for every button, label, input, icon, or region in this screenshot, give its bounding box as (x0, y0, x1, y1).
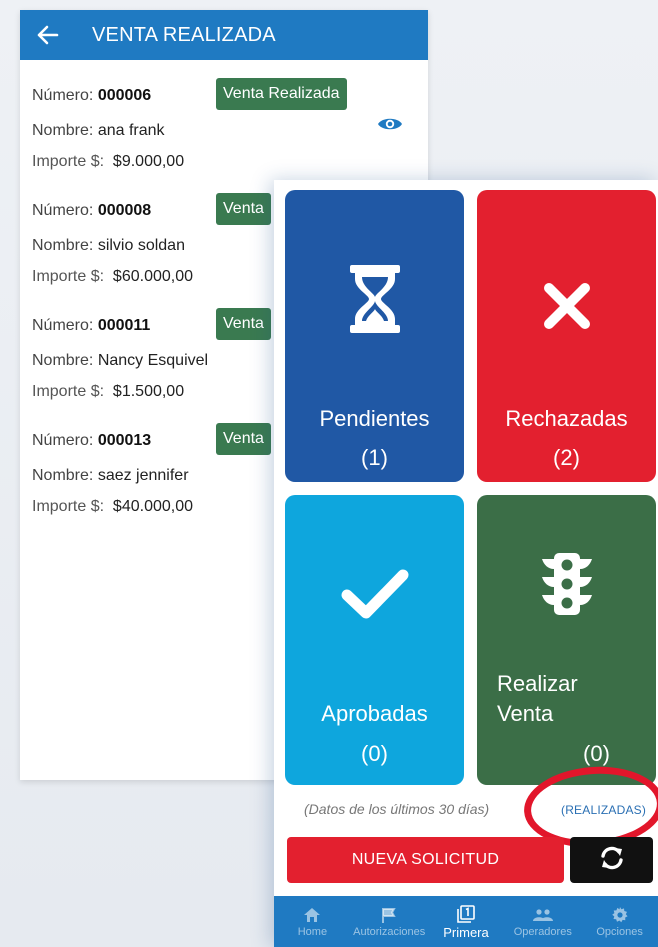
home-icon (304, 905, 321, 925)
page-title: VENTA REALIZADA (92, 23, 276, 46)
customer-name: Nancy Esquivel (97, 352, 209, 369)
tile-realizar-venta[interactable]: Realizar Venta (0) (477, 495, 656, 785)
tile-label: Realizar Venta (497, 669, 578, 729)
sale-amount: $9.000,00 (112, 153, 185, 170)
nav-item-opciones[interactable]: Opciones (581, 896, 658, 947)
people-icon (532, 905, 553, 925)
tile-aprobadas[interactable]: Aprobadas (0) (285, 495, 464, 785)
data-range-note: (Datos de los últimos 30 días) (304, 801, 490, 817)
new-request-button[interactable]: NUEVA SOLICITUD (287, 837, 564, 883)
customer-name: ana frank (97, 122, 165, 139)
sale-amount: $60.000,00 (112, 268, 193, 285)
tile-label: Aprobadas (321, 701, 428, 726)
hourglass-icon (285, 265, 464, 333)
status-badge[interactable]: Venta Realizada (216, 78, 347, 110)
nav-item-home[interactable]: Home (274, 896, 351, 947)
tile-pendientes[interactable]: Pendientes (1) (285, 190, 464, 482)
nombre-label: Nombre: (32, 237, 94, 254)
traffic-light-icon (477, 553, 656, 615)
customer-name: silvio soldan (97, 237, 185, 254)
importe-label: Importe $: (32, 153, 105, 170)
eye-icon[interactable] (377, 115, 403, 133)
nav-item-operadores[interactable]: Operadores (504, 896, 581, 947)
flag-icon (382, 905, 396, 925)
importe-label: Importe $: (32, 383, 105, 400)
nav-label: Autorizaciones (353, 926, 426, 938)
close-icon (477, 282, 656, 330)
dashboard-screen: Pendientes (1) Rechazadas (2) Aprobadas … (274, 180, 658, 947)
numero-label: Número: (32, 87, 94, 104)
tile-count: (1) (361, 445, 388, 470)
numero-label: Número: (32, 432, 94, 449)
sale-amount: $1.500,00 (112, 383, 185, 400)
nombre-label: Nombre: (32, 122, 94, 139)
nav-label: Primera (443, 924, 489, 940)
tile-label-line2: Venta (497, 701, 554, 726)
tile-label: Rechazadas (505, 406, 628, 431)
status-badge[interactable]: Venta (216, 193, 271, 225)
status-badge[interactable]: Venta (216, 308, 271, 340)
nav-item-autorizaciones[interactable]: Autorizaciones (351, 896, 428, 947)
nombre-label: Nombre: (32, 352, 94, 369)
nav-label: Opciones (596, 926, 643, 938)
nombre-label: Nombre: (32, 467, 94, 484)
nav-label: Operadores (513, 926, 572, 938)
tile-count: (2) (553, 445, 580, 470)
sale-number: 000011 (97, 317, 151, 334)
sale-number: 000008 (97, 202, 152, 219)
numero-label: Número: (32, 202, 94, 219)
nav-item-primera[interactable]: Primera (428, 896, 505, 947)
list-item[interactable]: Número: 000006 Venta Realizada Nombre: a… (20, 60, 428, 175)
check-icon (285, 567, 464, 621)
arrow-left-icon[interactable] (20, 10, 76, 60)
tile-rechazadas[interactable]: Rechazadas (2) (477, 190, 656, 482)
sale-number: 000013 (97, 432, 152, 449)
customer-name: saez jennifer (97, 467, 189, 484)
gear-icon (611, 905, 628, 925)
number-one-icon (457, 904, 475, 924)
app-bar: VENTA REALIZADA (20, 10, 428, 60)
importe-label: Importe $: (32, 498, 105, 515)
sale-number: 000006 (97, 87, 152, 104)
bottom-nav: Home Autorizaciones Primera Operadores O… (274, 896, 658, 947)
refresh-button[interactable] (570, 837, 653, 883)
tile-count: (0) (583, 741, 610, 766)
tile-label-line1: Realizar (497, 671, 578, 696)
status-badge[interactable]: Venta (216, 423, 271, 455)
importe-label: Importe $: (32, 268, 105, 285)
tile-label: Pendientes (319, 406, 430, 431)
tile-count: (0) (361, 741, 388, 766)
nav-label: Home (297, 926, 328, 938)
refresh-icon (599, 846, 625, 875)
numero-label: Número: (32, 317, 94, 334)
sale-amount: $40.000,00 (112, 498, 193, 515)
